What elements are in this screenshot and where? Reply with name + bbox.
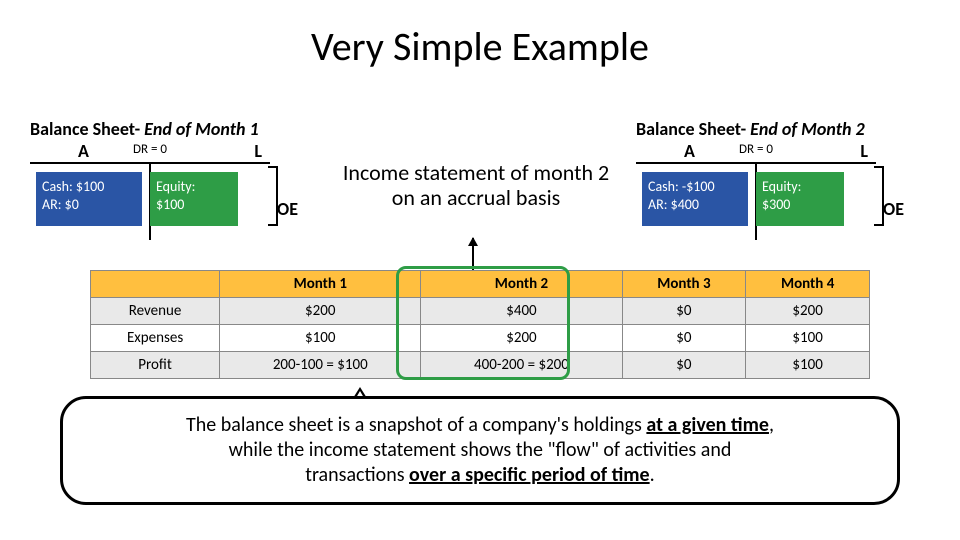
- table-row: Profit 200-100 = $100 400-200 = $200 $0 …: [91, 352, 870, 379]
- cell: $100: [746, 352, 870, 379]
- cell: $200: [220, 298, 421, 325]
- col-month2: Month 2: [421, 271, 622, 298]
- slide-title: Very Simple Example: [0, 0, 960, 71]
- income-statement-caption: Income statement of month 2 on an accrua…: [316, 160, 636, 211]
- label-dr: DR = 0: [133, 142, 167, 157]
- label-assets: A: [78, 140, 89, 162]
- cell: $100: [220, 325, 421, 352]
- col-month4: Month 4: [746, 271, 870, 298]
- callout-text: transactions: [305, 463, 409, 487]
- cell: $100: [746, 325, 870, 352]
- t-account-1: A DR = 0 L OE Cash: $100 AR: $0 Equity: …: [30, 144, 270, 234]
- t-account-2: A DR = 0 L OE Cash: -$100 AR: $400 Equit…: [636, 144, 876, 234]
- ar-value-2: AR: $400: [648, 196, 742, 214]
- cell: $200: [746, 298, 870, 325]
- caption-line2: on an accrual basis: [316, 185, 636, 210]
- label-liabilities: L: [254, 140, 262, 162]
- cash-value-2: Cash: -$100: [648, 178, 742, 196]
- bs1-heading-period: End of Month 1: [144, 118, 259, 140]
- cash-value: Cash: $100: [42, 178, 136, 196]
- equity-box-2: Equity: $300: [756, 172, 844, 226]
- callout-text: while the income statement shows the "fl…: [229, 438, 732, 462]
- bs2-heading: Balance Sheet- End of Month 2: [636, 118, 936, 140]
- row-label-expenses: Expenses: [91, 325, 220, 352]
- assets-box-1: Cash: $100 AR: $0: [36, 172, 142, 226]
- col-month1: Month 1: [220, 271, 421, 298]
- label-oe: OE: [277, 198, 298, 220]
- label-assets-2: A: [684, 140, 695, 162]
- label-dr-2: DR = 0: [739, 142, 773, 157]
- cell: 200-100 = $100: [220, 352, 421, 379]
- bs2-heading-period: End of Month 2: [750, 118, 865, 140]
- balance-sheet-month1: Balance Sheet- End of Month 1 A DR = 0 L…: [30, 118, 330, 234]
- table-corner: [91, 271, 220, 298]
- balance-sheet-month2: Balance Sheet- End of Month 2 A DR = 0 L…: [636, 118, 936, 234]
- label-liabilities-2: L: [860, 140, 868, 162]
- callout-text: The balance sheet is a snapshot of a com…: [186, 413, 646, 437]
- ar-value: AR: $0: [42, 196, 136, 214]
- explanation-callout: The balance sheet is a snapshot of a com…: [60, 396, 900, 505]
- bs1-heading: Balance Sheet- End of Month 1: [30, 118, 330, 140]
- cell: $400: [421, 298, 622, 325]
- bs1-heading-prefix: Balance Sheet-: [30, 118, 144, 140]
- callout-emph-1: at a given time: [646, 413, 769, 437]
- callout-text: .: [650, 463, 655, 487]
- table-header-row: Month 1 Month 2 Month 3 Month 4: [91, 271, 870, 298]
- callout-emph-2: over a specific period of time: [409, 463, 650, 487]
- income-table: Month 1 Month 2 Month 3 Month 4 Revenue …: [90, 270, 870, 379]
- cell: 400-200 = $200: [421, 352, 622, 379]
- equity-value-2: $300: [762, 196, 838, 214]
- equity-label-2: Equity:: [762, 178, 838, 196]
- cell: $0: [622, 352, 746, 379]
- equity-box-1: Equity: $100: [150, 172, 238, 226]
- cell: $0: [622, 298, 746, 325]
- row-label-revenue: Revenue: [91, 298, 220, 325]
- callout-text: ,: [769, 413, 774, 437]
- cell: $0: [622, 325, 746, 352]
- col-month3: Month 3: [622, 271, 746, 298]
- table-row: Revenue $200 $400 $0 $200: [91, 298, 870, 325]
- equity-label: Equity:: [156, 178, 232, 196]
- table-row: Expenses $100 $200 $0 $100: [91, 325, 870, 352]
- cell: $200: [421, 325, 622, 352]
- label-oe-2: OE: [883, 198, 904, 220]
- bs2-heading-prefix: Balance Sheet-: [636, 118, 750, 140]
- row-label-profit: Profit: [91, 352, 220, 379]
- caption-line1: Income statement of month 2: [316, 160, 636, 185]
- assets-box-2: Cash: -$100 AR: $400: [642, 172, 748, 226]
- arrow-up-icon: [472, 238, 474, 270]
- equity-value: $100: [156, 196, 232, 214]
